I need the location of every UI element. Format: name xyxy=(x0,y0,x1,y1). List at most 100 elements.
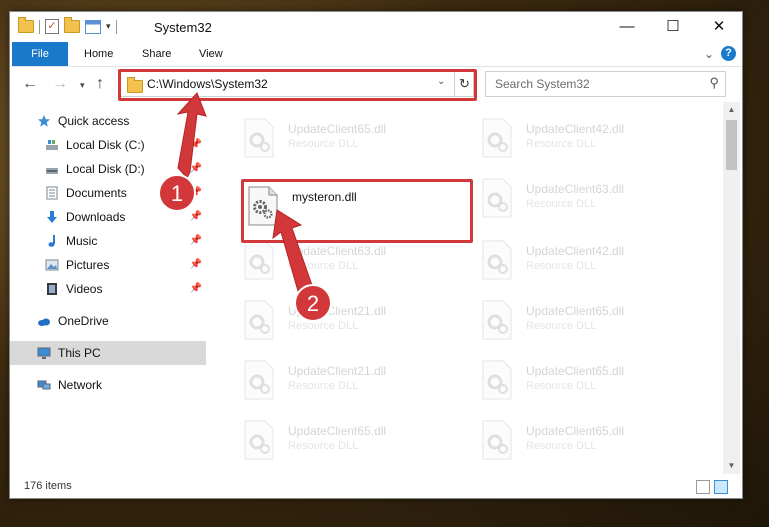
sidebar-item-downloads[interactable]: Downloads 📌 xyxy=(10,205,206,229)
divider xyxy=(115,19,117,34)
dll-file-icon xyxy=(244,420,274,460)
search-box[interactable]: Search System32 ⚲ xyxy=(485,71,726,97)
sidebar-item-onedrive[interactable]: OneDrive xyxy=(10,309,206,333)
expand-ribbon-chevron-icon[interactable]: ⌄ xyxy=(704,47,714,61)
sidebar-item-label: Local Disk (D:) xyxy=(66,162,145,176)
folder-icon[interactable] xyxy=(18,17,34,33)
dll-file-icon xyxy=(482,420,512,460)
network-icon xyxy=(37,380,51,390)
tab-home[interactable]: Home xyxy=(70,42,127,66)
file-name: UpdateClient21.dll xyxy=(288,304,387,318)
sidebar-item-network[interactable]: Network xyxy=(10,373,206,397)
pin-icon[interactable]: 📌 xyxy=(190,253,202,277)
address-path[interactable]: C:\Windows\System32 xyxy=(147,77,268,91)
file-type: Resource DLL xyxy=(288,260,359,272)
scroll-up-arrow-icon[interactable]: ▲ xyxy=(723,102,740,118)
customize-toolbar-dropdown-icon[interactable]: ▾ xyxy=(106,21,111,32)
close-button[interactable]: ✕ xyxy=(696,12,742,42)
tab-share[interactable]: Share xyxy=(128,42,185,66)
tab-view[interactable]: View xyxy=(185,42,237,66)
file-item[interactable]: UpdateClient65.dll Resource DLL xyxy=(480,358,700,402)
dll-file-icon xyxy=(482,118,512,158)
address-history-dropdown-icon[interactable]: ⌄ xyxy=(437,76,445,87)
pin-icon[interactable]: 📌 xyxy=(190,181,202,205)
file-name: UpdateClient65.dll xyxy=(526,424,625,438)
sidebar-item-this-pc[interactable]: This PC xyxy=(10,341,206,365)
sidebar-item-music[interactable]: Music 📌 xyxy=(10,229,206,253)
file-name: UpdateClient65.dll xyxy=(288,122,387,136)
sidebar-item-local-disk-c[interactable]: Local Disk (C:) 📌 xyxy=(10,133,206,157)
pin-icon[interactable]: 📌 xyxy=(190,229,202,253)
dll-file-icon xyxy=(482,300,512,340)
ribbon-tabs: File Home Share View ⌄ ? xyxy=(10,42,742,67)
file-item[interactable]: UpdateClient65.dll Resource DLL xyxy=(480,418,700,462)
pin-icon[interactable]: 📌 xyxy=(190,205,202,229)
scroll-thumb[interactable] xyxy=(726,120,737,170)
sidebar-item-label: Quick access xyxy=(58,114,130,128)
sidebar-item-videos[interactable]: Videos 📌 xyxy=(10,277,206,301)
minimize-button[interactable]: — xyxy=(604,12,650,42)
file-list: UpdateClient65.dll Resource DLL mysteron… xyxy=(206,102,722,474)
file-type: Resource DLL xyxy=(288,320,359,332)
file-item[interactable]: UpdateClient63.dll Resource DLL xyxy=(480,176,700,220)
dll-file-icon xyxy=(482,178,512,218)
computer-icon xyxy=(37,347,51,359)
sidebar-item-quick-access[interactable]: Quick access xyxy=(10,109,206,133)
sidebar-item-local-disk-d[interactable]: Local Disk (D:) 📌 xyxy=(10,157,206,181)
file-type: Resource DLL xyxy=(288,138,359,150)
help-icon[interactable]: ? xyxy=(721,46,736,61)
pictures-icon xyxy=(45,259,59,271)
file-name: UpdateClient65.dll xyxy=(526,364,625,378)
sidebar-item-documents[interactable]: Documents 📌 xyxy=(10,181,206,205)
large-icons-view-icon[interactable] xyxy=(714,480,728,494)
file-item[interactable]: UpdateClient21.dll Resource DLL xyxy=(242,358,462,402)
up-arrow-icon[interactable]: ↑ xyxy=(96,75,104,93)
drive-icon xyxy=(46,140,58,150)
file-item[interactable]: UpdateClient63.dll Resource DLL xyxy=(242,238,462,282)
cloud-icon xyxy=(38,318,50,326)
file-highlight-box xyxy=(241,179,473,243)
divider xyxy=(39,19,40,34)
sidebar-item-label: Local Disk (C:) xyxy=(66,138,145,152)
refresh-icon[interactable]: ↻ xyxy=(454,72,474,96)
pin-icon[interactable]: 📌 xyxy=(190,157,202,181)
forward-arrow-icon[interactable]: → xyxy=(52,75,68,93)
pin-icon[interactable]: 📌 xyxy=(190,133,202,157)
file-type: Resource DLL xyxy=(526,260,597,272)
file-type: Resource DLL xyxy=(526,138,597,150)
music-icon xyxy=(48,235,55,247)
file-type: Resource DLL xyxy=(526,380,597,392)
file-item[interactable]: UpdateClient65.dll Resource DLL xyxy=(242,418,462,462)
details-view-icon[interactable] xyxy=(696,480,710,494)
address-bar[interactable]: C:\Windows\System32 ⌄ ↻ xyxy=(120,71,474,97)
file-type: Resource DLL xyxy=(526,320,597,332)
file-item[interactable]: UpdateClient42.dll Resource DLL xyxy=(480,116,700,160)
back-arrow-icon[interactable]: ← xyxy=(22,75,38,93)
navigation-bar: ← → ▾ ↑ C:\Windows\System32 ⌄ ↻ Search S… xyxy=(10,67,742,101)
file-name: UpdateClient65.dll xyxy=(526,304,625,318)
file-item[interactable]: UpdateClient65.dll Resource DLL xyxy=(480,298,700,342)
file-name: UpdateClient63.dll xyxy=(288,244,387,258)
recent-locations-dropdown-icon[interactable]: ▾ xyxy=(80,80,85,91)
file-item[interactable]: UpdateClient42.dll Resource DLL xyxy=(480,238,700,282)
videos-icon xyxy=(47,283,57,295)
sidebar-item-pictures[interactable]: Pictures 📌 xyxy=(10,253,206,277)
quick-access-toolbar: ✓ ▾ xyxy=(18,17,117,34)
vertical-scrollbar[interactable]: ▲ ▼ xyxy=(723,102,740,474)
file-type: Resource DLL xyxy=(526,440,597,452)
new-folder-icon[interactable] xyxy=(64,17,80,33)
file-type: Resource DLL xyxy=(288,440,359,452)
search-icon[interactable]: ⚲ xyxy=(709,75,719,91)
view-options-icon[interactable] xyxy=(85,19,101,34)
pin-icon[interactable]: 📌 xyxy=(190,277,202,301)
tab-file[interactable]: File xyxy=(12,42,68,66)
file-item[interactable]: UpdateClient65.dll Resource DLL xyxy=(242,116,462,160)
title-bar: ✓ ▾ System32 — ☐ ✕ xyxy=(10,12,742,42)
properties-check-icon[interactable]: ✓ xyxy=(45,19,59,34)
file-item[interactable]: UpdateClient21.dll Resource DLL xyxy=(242,298,462,342)
maximize-button[interactable]: ☐ xyxy=(650,12,696,42)
file-type: Resource DLL xyxy=(288,380,359,392)
scroll-down-arrow-icon[interactable]: ▼ xyxy=(723,458,740,474)
file-type: Resource DLL xyxy=(526,198,597,210)
search-placeholder[interactable]: Search System32 xyxy=(495,77,590,91)
